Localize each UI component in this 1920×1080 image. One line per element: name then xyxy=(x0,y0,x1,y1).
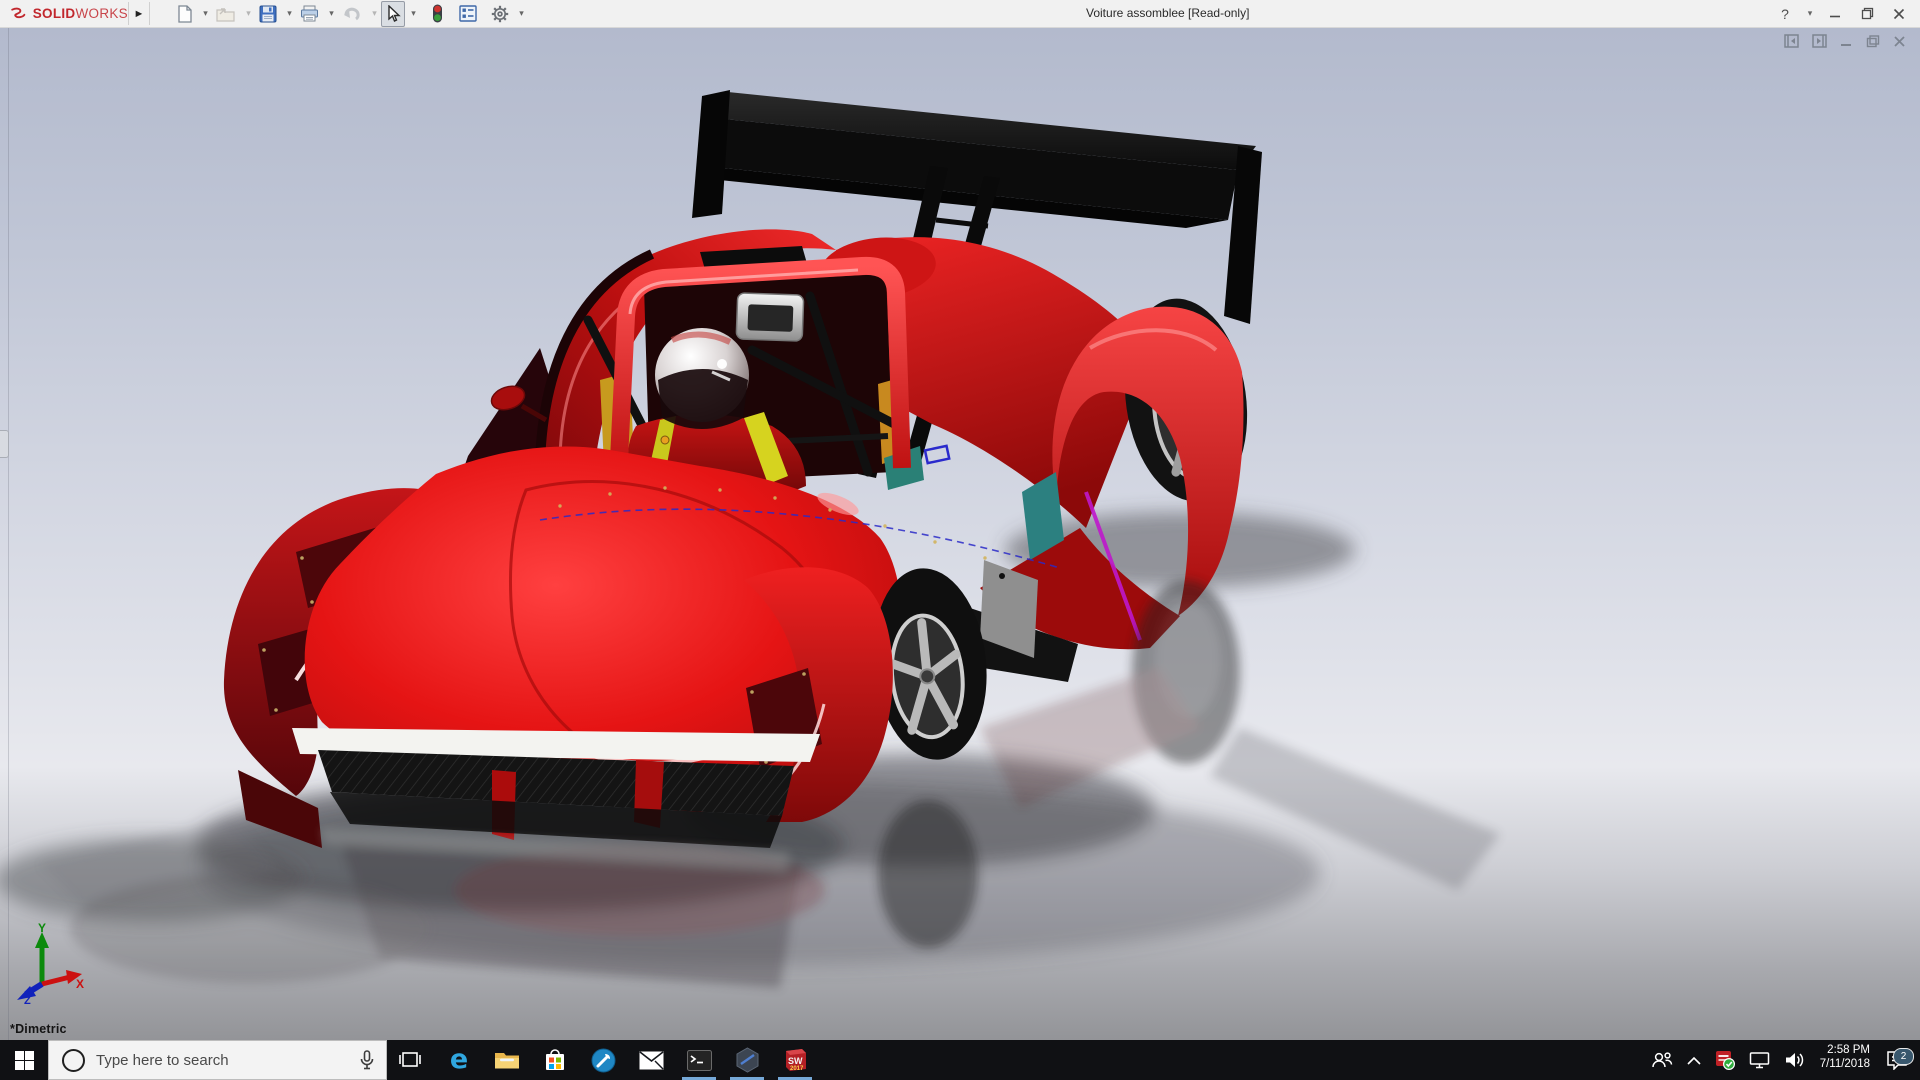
expand-right-icon[interactable] xyxy=(1812,34,1827,48)
taskbar-edge[interactable]: e xyxy=(435,1040,483,1080)
svg-text:2017: 2017 xyxy=(790,1066,804,1072)
people-button[interactable] xyxy=(1644,1040,1680,1080)
view-orientation-label: *Dimetric xyxy=(10,1022,67,1036)
taskbar-search[interactable]: Type here to search xyxy=(48,1040,387,1080)
window-controls: ? ▾ xyxy=(1772,0,1912,27)
print-dropdown-caret[interactable]: ▾ xyxy=(327,8,336,19)
solidworks-2017-icon: SW 2017 xyxy=(786,1049,806,1072)
taskbar-tools-app[interactable] xyxy=(579,1040,627,1080)
solidworks-tray-button[interactable] xyxy=(1708,1040,1742,1080)
new-dropdown-caret[interactable]: ▾ xyxy=(201,8,210,19)
volume-icon xyxy=(1785,1053,1803,1067)
quick-toolbar: ▾ ▾ ▾ ▾ ▾ ▾ ▾ xyxy=(172,0,526,27)
title-bar: SOLIDWORKS ► ▾ ▾ ▾ ▾ ▾ ▾ ▾ Voiture assom… xyxy=(0,0,1920,28)
mail-icon xyxy=(639,1050,663,1069)
taskbar-mail[interactable] xyxy=(627,1040,675,1080)
undo-button[interactable] xyxy=(338,1,366,27)
brand-text: SOLIDWORKS xyxy=(32,6,128,21)
tray-chevron-button[interactable] xyxy=(1680,1040,1708,1080)
search-placeholder: Type here to search xyxy=(96,1051,229,1069)
restore-button[interactable] xyxy=(1854,0,1880,27)
edge-icon: e xyxy=(449,1043,469,1075)
feature-panel-splitter[interactable] xyxy=(8,28,9,1040)
store-icon xyxy=(546,1048,564,1070)
settings-gear-button[interactable] xyxy=(487,1,513,27)
ds-logo-mark xyxy=(11,7,26,18)
save-dropdown-caret[interactable]: ▾ xyxy=(285,8,294,19)
taskbar-clock[interactable]: 2:58 PM 7/11/2018 xyxy=(1812,1037,1878,1080)
feature-panel-tab[interactable] xyxy=(0,430,9,458)
select-tool-button[interactable] xyxy=(381,0,405,27)
clock-time: 2:58 PM xyxy=(1827,1044,1870,1056)
hexagon-app-icon xyxy=(736,1047,758,1073)
chevron-up-icon xyxy=(1687,1056,1701,1065)
task-view-button[interactable] xyxy=(387,1040,435,1080)
reference-triad[interactable]: Y X Z xyxy=(12,922,86,1004)
triad-y-label: Y xyxy=(38,922,46,935)
clock-date: 7/11/2018 xyxy=(1819,1058,1870,1070)
volume-button[interactable] xyxy=(1777,1040,1812,1080)
options-list-button[interactable] xyxy=(455,1,481,27)
window-title: Voiture assomblee [Read-only] xyxy=(1086,6,1250,20)
wrench-circle-icon xyxy=(591,1048,615,1072)
origin-point xyxy=(660,435,670,445)
solidworks-tray-icon xyxy=(1715,1051,1735,1070)
document-window-controls xyxy=(1784,34,1906,48)
action-center-button[interactable]: 2 xyxy=(1878,1048,1920,1070)
settings-dropdown-caret[interactable]: ▾ xyxy=(517,8,526,19)
intake-box[interactable] xyxy=(735,292,805,342)
help-dropdown-caret[interactable]: ▾ xyxy=(1804,0,1816,27)
taskbar-file-explorer[interactable] xyxy=(483,1040,531,1080)
file-explorer-icon xyxy=(495,1052,519,1068)
close-button[interactable] xyxy=(1886,0,1912,27)
open-dropdown-caret[interactable]: ▾ xyxy=(244,8,253,19)
minimize-button[interactable] xyxy=(1822,0,1848,27)
command-prompt-icon xyxy=(686,1049,712,1071)
menu-expand-arrow[interactable]: ► xyxy=(128,2,150,25)
taskbar-store[interactable] xyxy=(531,1040,579,1080)
microphone-icon[interactable] xyxy=(360,1050,374,1070)
start-button[interactable] xyxy=(0,1040,48,1080)
3d-model-scene[interactable] xyxy=(0,28,1920,1040)
network-button[interactable] xyxy=(1742,1040,1777,1080)
undo-dropdown-caret[interactable]: ▾ xyxy=(370,8,379,19)
save-button[interactable] xyxy=(255,1,281,27)
rebuild-traffic-light-button[interactable] xyxy=(428,1,447,27)
svg-text:SW: SW xyxy=(788,1056,803,1066)
graphics-viewport[interactable]: Y X Z *Dimetric xyxy=(0,28,1920,1040)
new-document-button[interactable] xyxy=(172,1,197,27)
people-icon xyxy=(1651,1052,1672,1068)
taskbar-solidworks[interactable]: SW 2017 xyxy=(771,1040,819,1080)
taskbar-command-prompt[interactable] xyxy=(675,1040,723,1080)
triad-x-label: X xyxy=(76,977,84,991)
cortana-icon xyxy=(62,1048,85,1072)
solidworks-desktop: SOLIDWORKS ► ▾ ▾ ▾ ▾ ▾ ▾ ▾ Voiture assom… xyxy=(0,0,1920,1080)
open-button[interactable] xyxy=(212,1,240,27)
system-tray: 2:58 PM 7/11/2018 2 xyxy=(1644,1040,1920,1080)
print-button[interactable] xyxy=(296,1,323,27)
collapse-left-icon[interactable] xyxy=(1784,34,1799,48)
solidworks-logo: SOLIDWORKS xyxy=(0,5,128,23)
select-dropdown-caret[interactable]: ▾ xyxy=(409,8,418,19)
help-button[interactable]: ? xyxy=(1772,0,1798,27)
triad-z-label: Z xyxy=(24,995,31,1004)
doc-restore-icon[interactable] xyxy=(1866,34,1880,48)
notification-badge: 2 xyxy=(1893,1048,1914,1065)
network-icon xyxy=(1749,1052,1769,1069)
taskbar-hexagon-app[interactable] xyxy=(723,1040,771,1080)
windows-taskbar: Type here to search e SW 2017 2:58 PM 7/… xyxy=(0,1040,1920,1080)
doc-minimize-icon[interactable] xyxy=(1840,35,1853,48)
doc-close-icon[interactable] xyxy=(1893,35,1906,48)
